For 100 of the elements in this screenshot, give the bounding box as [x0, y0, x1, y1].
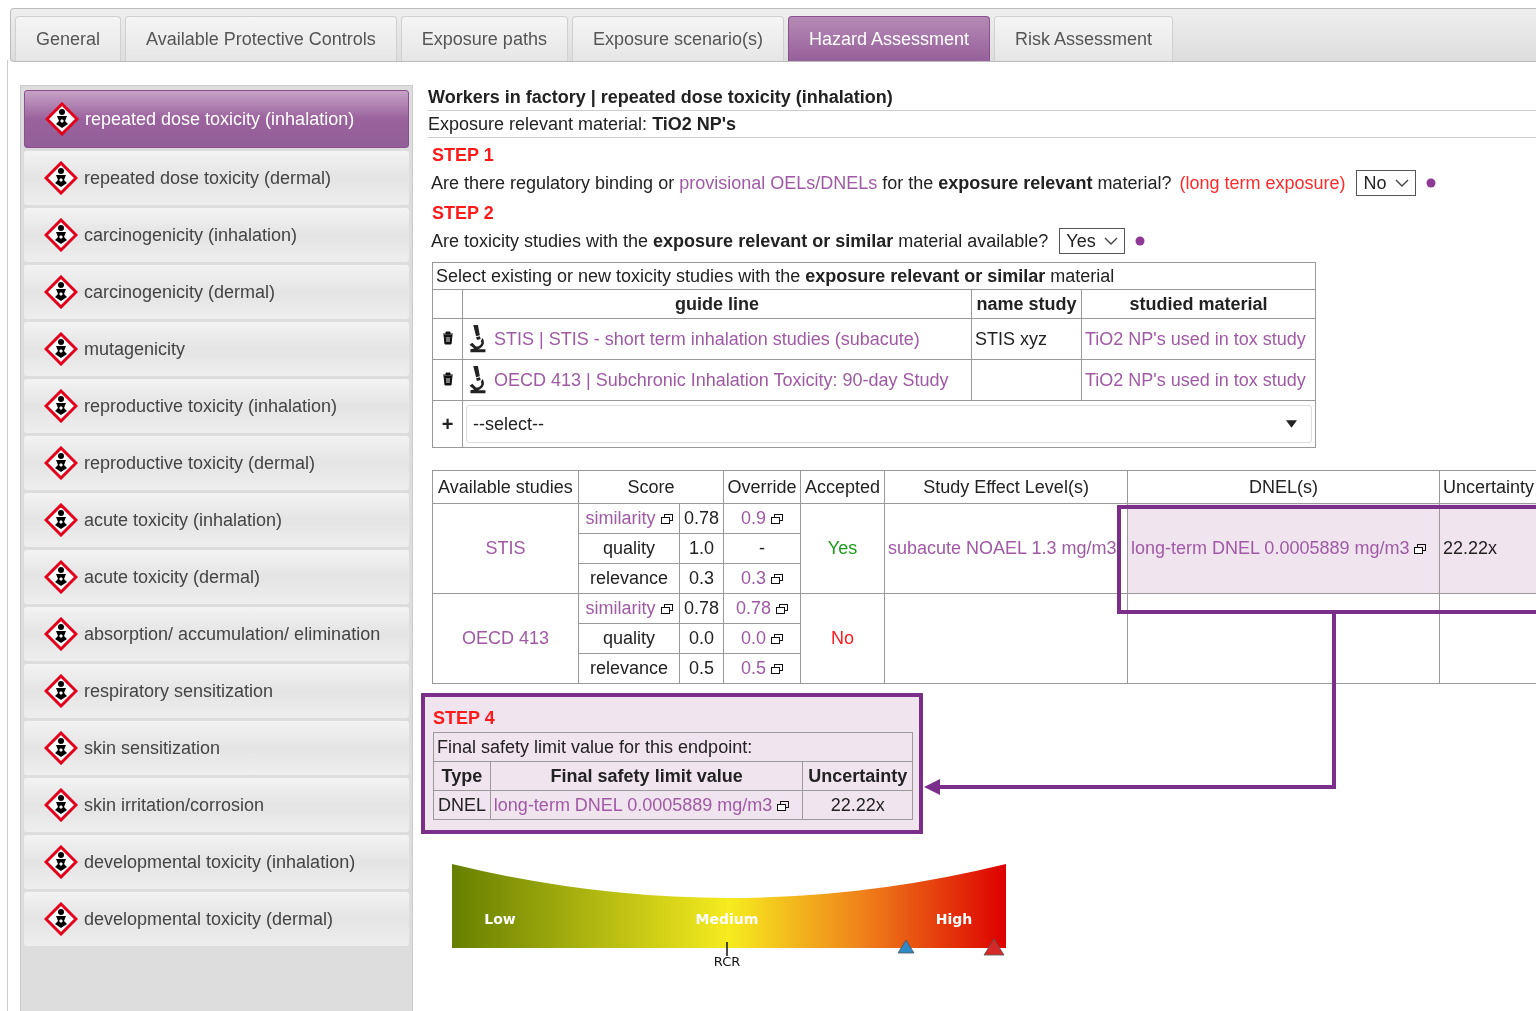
- popup-icon[interactable]: [771, 664, 783, 674]
- tab[interactable]: Exposure paths: [400, 16, 568, 61]
- table-caption: Final safety limit value for this endpoint:: [433, 732, 913, 762]
- answer-select[interactable]: Yes: [1059, 228, 1125, 254]
- tab[interactable]: Exposure scenario(s): [571, 16, 784, 61]
- section-title: Workers in factory | repeated dose toxicity (inhalation): [428, 84, 1536, 111]
- material-link[interactable]: TiO2 NP's used in tox study: [1081, 359, 1316, 401]
- sidebar-item[interactable]: absorption/ accumulation/ elimination: [24, 607, 409, 661]
- table-cell: 22.22x: [802, 790, 913, 820]
- hazard-diamond-icon: [44, 446, 78, 480]
- question-text: Are there regulatory binding or provisional OELs/DNELs for the exposure relevant material?: [431, 172, 1172, 195]
- sidebar-item[interactable]: developmental toxicity (dermal): [24, 892, 409, 946]
- popup-icon[interactable]: [771, 574, 783, 584]
- criterion-label[interactable]: similarity: [578, 593, 680, 624]
- hazard-diamond-icon: [44, 332, 78, 366]
- answer-select[interactable]: No: [1356, 170, 1416, 196]
- hazard-diamond-icon: [44, 218, 78, 252]
- column-header: Accepted: [800, 470, 885, 504]
- override-value[interactable]: 0.9: [723, 503, 801, 534]
- hazard-diamond-icon: [44, 731, 78, 765]
- table-cell: 0.78: [679, 593, 724, 624]
- step-heading: STEP 4: [433, 707, 496, 729]
- tab[interactable]: Risk Assessment: [994, 16, 1174, 61]
- table-caption: Select existing or new toxicity studies with the exposure relevant or similar material: [432, 262, 1316, 290]
- sidebar-item[interactable]: carcinogenicity (dermal): [24, 265, 409, 319]
- column-header: DNEL(s): [1127, 470, 1440, 504]
- column-header: studied material: [1081, 289, 1316, 319]
- popup-icon[interactable]: [777, 800, 790, 811]
- column-header: Uncertainty: [1439, 470, 1536, 504]
- criterion-label: relevance: [578, 563, 680, 594]
- popup-icon[interactable]: [776, 604, 788, 614]
- step-heading: STEP 1: [432, 144, 495, 166]
- tab[interactable]: General: [15, 16, 122, 61]
- study-select[interactable]: --select--: [466, 405, 1312, 443]
- sidebar-item[interactable]: carcinogenicity (inhalation): [24, 208, 409, 262]
- criterion-label: relevance: [578, 653, 680, 684]
- study-link[interactable]: STIS: [432, 503, 579, 594]
- popup-icon[interactable]: [1414, 544, 1427, 554]
- column-header: Score: [578, 470, 724, 504]
- sidebar-item[interactable]: reproductive toxicity (dermal): [24, 436, 409, 490]
- gauge-label: High: [935, 911, 973, 927]
- popup-icon[interactable]: [771, 634, 783, 644]
- override-value[interactable]: 0.78: [723, 593, 801, 624]
- chevron-icon: [1103, 237, 1118, 245]
- delete-icon[interactable]: [441, 330, 454, 345]
- hazard-diamond-icon: [44, 674, 78, 708]
- question-text: Are toxicity studies with the exposure relevant or similar material available?: [431, 230, 1049, 253]
- table-cell: DNEL: [433, 790, 491, 820]
- sidebar-item[interactable]: acute toxicity (dermal): [24, 550, 409, 604]
- sidebar-item[interactable]: acute toxicity (inhalation): [24, 493, 409, 547]
- tab[interactable]: Hazard Assessment: [788, 16, 991, 61]
- delete-icon[interactable]: [441, 371, 454, 386]
- popup-icon[interactable]: [660, 514, 673, 524]
- oels-link[interactable]: provisional OELs/DNELs: [679, 173, 878, 193]
- note-text: (long term exposure): [1179, 172, 1346, 195]
- hazard-diamond-icon: [44, 617, 78, 651]
- triangle-marker-icon: [983, 938, 1005, 956]
- column-header: Final safety limit value: [490, 761, 803, 791]
- table-cell: 1.0: [679, 533, 724, 564]
- table-cell: 0.5: [679, 653, 724, 684]
- popup-icon[interactable]: [660, 604, 673, 614]
- gauge-label: Low: [484, 911, 516, 927]
- triangle-marker-icon: [897, 939, 915, 954]
- gauge-label: Medium: [695, 911, 759, 927]
- rcr-label: RCR: [713, 954, 741, 969]
- material-name: TiO2 NP's: [652, 114, 737, 134]
- rcr-tick-icon: [726, 941, 728, 957]
- column-header: Type: [433, 761, 491, 791]
- sidebar-item[interactable]: repeated dose toxicity (dermal): [24, 151, 409, 205]
- column-header: Study Effect Level(s): [884, 470, 1128, 504]
- sidebar-item[interactable]: skin sensitization: [24, 721, 409, 775]
- dnel-link[interactable]: long-term DNEL 0.0005889 mg/m3: [1127, 503, 1440, 594]
- hazard-diamond-icon: [44, 161, 78, 195]
- sidebar-item[interactable]: skin irritation/corrosion: [24, 778, 409, 832]
- sidebar-item[interactable]: developmental toxicity (inhalation): [24, 835, 409, 889]
- column-header: Uncertainty: [802, 761, 913, 791]
- tab[interactable]: Available Protective Controls: [125, 16, 397, 61]
- criterion-label: quality: [578, 533, 680, 564]
- table-cell: 22.22x: [1439, 503, 1536, 594]
- dnel-link[interactable]: long-term DNEL 0.0005889 mg/m3: [490, 790, 803, 820]
- column-header: Override: [723, 470, 801, 504]
- sidebar-item[interactable]: reproductive toxicity (inhalation): [24, 379, 409, 433]
- criterion-label[interactable]: similarity: [578, 503, 680, 534]
- study-link[interactable]: OECD 413: [432, 593, 579, 684]
- add-symbol[interactable]: +: [432, 400, 463, 448]
- step-heading: STEP 2: [432, 202, 495, 224]
- required-dot-icon: [1425, 178, 1436, 188]
- effect-level-link[interactable]: subacute NOAEL 1.3 mg/m3: [884, 503, 1128, 594]
- table-cell: 0.0: [679, 623, 724, 654]
- chevron-icon: [1394, 179, 1409, 187]
- sidebar-item[interactable]: mutagenicity: [24, 322, 409, 376]
- hazard-diamond-icon: [44, 560, 78, 594]
- material-link[interactable]: TiO2 NP's used in tox study: [1081, 318, 1316, 360]
- hazard-diamond-icon: [44, 845, 78, 879]
- column-header: Available studies: [432, 470, 579, 504]
- sidebar-item[interactable]: repeated dose toxicity (inhalation): [24, 90, 409, 148]
- dropdown-arrow-icon: [1286, 420, 1297, 428]
- hazard-diamond-icon: [44, 788, 78, 822]
- sidebar-item[interactable]: respiratory sensitization: [24, 664, 409, 718]
- popup-icon[interactable]: [771, 514, 783, 524]
